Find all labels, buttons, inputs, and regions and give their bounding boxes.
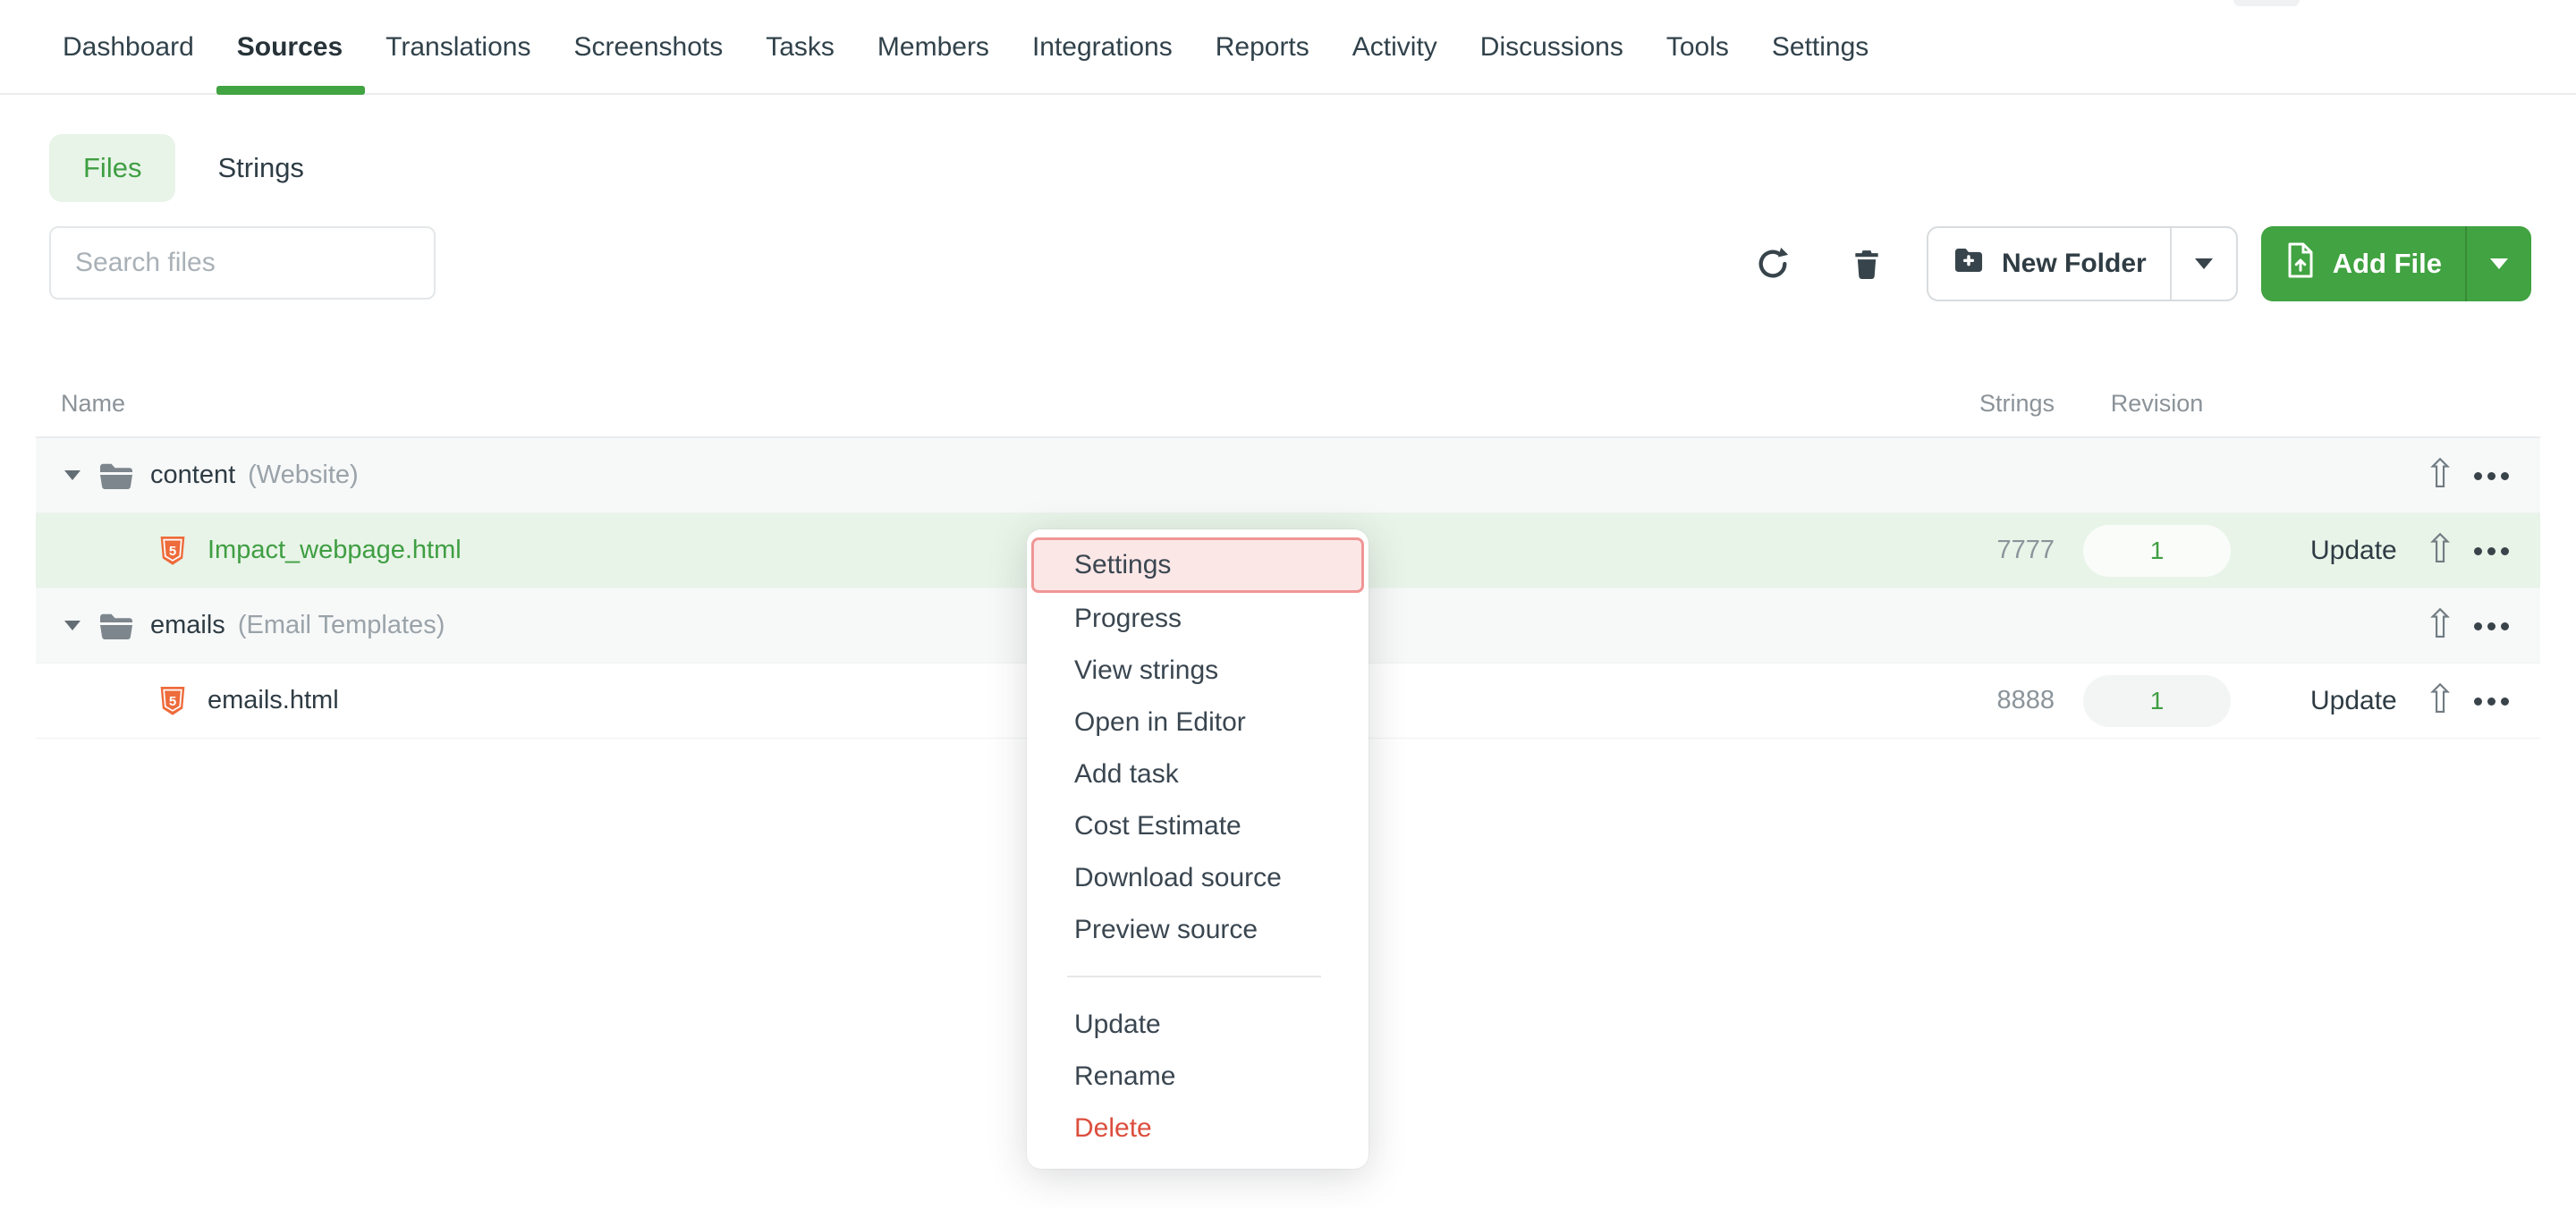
- nav-item-translations[interactable]: Translations: [386, 32, 530, 93]
- more-actions-icon[interactable]: [2474, 513, 2509, 588]
- menu-item-add-task[interactable]: Add task: [1027, 748, 1368, 800]
- toolbar: New Folder Add File: [1755, 226, 2531, 301]
- column-header-name: Name: [61, 390, 125, 418]
- dot: [2474, 698, 2482, 706]
- nav-item-tools[interactable]: Tools: [1666, 32, 1729, 93]
- dot: [2474, 472, 2482, 480]
- nav-item-integrations[interactable]: Integrations: [1032, 32, 1173, 93]
- nav-item-tasks[interactable]: Tasks: [766, 32, 835, 93]
- nav-item-settings[interactable]: Settings: [1772, 32, 1868, 93]
- menu-item-download-source[interactable]: Download source: [1027, 852, 1368, 904]
- upload-icon[interactable]: ⇧: [2413, 438, 2467, 513]
- file-name[interactable]: Impact_webpage.html: [208, 536, 462, 565]
- refresh-icon[interactable]: [1755, 246, 1791, 282]
- dot: [2501, 622, 2509, 630]
- folder-icon: [98, 461, 134, 490]
- add-file-button[interactable]: Add File: [2261, 226, 2465, 301]
- svg-text:5: 5: [169, 543, 176, 558]
- nav-item-discussions[interactable]: Discussions: [1480, 32, 1623, 93]
- folder-plus-icon: [1952, 243, 1986, 284]
- caret-down-icon: [2490, 258, 2508, 269]
- table-header: Name Strings Revision: [36, 377, 2540, 438]
- nav-item-reports[interactable]: Reports: [1216, 32, 1309, 93]
- upload-icon[interactable]: ⇧: [2413, 664, 2467, 739]
- dot: [2487, 698, 2496, 706]
- trash-icon[interactable]: [1850, 246, 1884, 282]
- nav-item-screenshots[interactable]: Screenshots: [573, 32, 723, 93]
- add-file-label: Add File: [2333, 248, 2442, 280]
- dot: [2487, 472, 2496, 480]
- collapse-caret-icon[interactable]: [64, 470, 80, 480]
- strings-count: 7777: [1876, 536, 2055, 565]
- revision-badge: 1: [2083, 525, 2231, 577]
- dot: [2487, 547, 2496, 555]
- more-actions-icon[interactable]: [2474, 664, 2509, 739]
- html5-file-icon: 5: [159, 536, 186, 566]
- folder-note: (Email Templates): [238, 611, 445, 640]
- nav-item-dashboard[interactable]: Dashboard: [63, 32, 194, 93]
- tab-files[interactable]: Files: [49, 134, 175, 202]
- new-folder-split-button: New Folder: [1927, 226, 2238, 301]
- menu-item-view-strings[interactable]: View strings: [1027, 645, 1368, 697]
- folder-note: (Website): [248, 461, 359, 490]
- revision-badge: 1: [2083, 675, 2231, 727]
- menu-item-progress[interactable]: Progress: [1027, 593, 1368, 645]
- dot: [2501, 698, 2509, 706]
- dot: [2487, 622, 2496, 630]
- menu-divider: [1067, 976, 1321, 977]
- add-file-dropdown[interactable]: [2465, 226, 2531, 301]
- nav-item-activity[interactable]: Activity: [1352, 32, 1437, 93]
- cutoff-element: [2233, 0, 2300, 6]
- table-row-folder-content[interactable]: content (Website) ⇧: [36, 438, 2540, 513]
- folder-name[interactable]: emails: [150, 611, 225, 640]
- caret-down-icon: [2195, 258, 2213, 269]
- dot: [2474, 547, 2482, 555]
- menu-item-cost-estimate[interactable]: Cost Estimate: [1027, 800, 1368, 852]
- more-actions-icon[interactable]: [2474, 588, 2509, 664]
- controls-row: New Folder Add File: [0, 226, 2576, 301]
- new-folder-button[interactable]: New Folder: [1928, 228, 2170, 300]
- upload-icon[interactable]: ⇧: [2413, 513, 2467, 588]
- file-context-menu: Settings Progress View strings Open in E…: [1027, 529, 1368, 1169]
- menu-item-settings[interactable]: Settings: [1031, 537, 1364, 593]
- search-input[interactable]: [49, 226, 436, 300]
- file-upload-icon: [2284, 241, 2317, 287]
- menu-item-open-in-editor[interactable]: Open in Editor: [1027, 697, 1368, 748]
- add-file-split-button: Add File: [2261, 226, 2531, 301]
- update-link[interactable]: Update: [2310, 686, 2397, 716]
- upload-icon[interactable]: ⇧: [2413, 588, 2467, 664]
- folder-name[interactable]: content: [150, 461, 235, 490]
- dot: [2501, 547, 2509, 555]
- sources-subtabs: Files Strings: [49, 134, 2576, 202]
- menu-item-rename[interactable]: Rename: [1027, 1051, 1368, 1103]
- column-header-revision: Revision: [2083, 390, 2231, 418]
- more-actions-icon[interactable]: [2474, 438, 2509, 513]
- nav-item-members[interactable]: Members: [877, 32, 989, 93]
- svg-text:5: 5: [169, 693, 176, 708]
- new-folder-label: New Folder: [2002, 249, 2147, 279]
- dot: [2501, 472, 2509, 480]
- folder-icon: [98, 612, 134, 640]
- top-navigation: Dashboard Sources Translations Screensho…: [0, 0, 2576, 95]
- tab-strings[interactable]: Strings: [217, 152, 303, 184]
- nav-item-sources[interactable]: Sources: [237, 32, 343, 93]
- html5-file-icon: 5: [159, 686, 186, 716]
- column-header-strings: Strings: [1876, 390, 2055, 418]
- dot: [2474, 622, 2482, 630]
- collapse-caret-icon[interactable]: [64, 621, 80, 630]
- menu-item-update[interactable]: Update: [1027, 999, 1368, 1051]
- menu-item-preview-source[interactable]: Preview source: [1027, 904, 1368, 956]
- new-folder-dropdown[interactable]: [2170, 228, 2236, 300]
- strings-count: 8888: [1876, 686, 2055, 715]
- update-link[interactable]: Update: [2310, 536, 2397, 566]
- file-name[interactable]: emails.html: [208, 686, 339, 715]
- menu-item-delete[interactable]: Delete: [1027, 1103, 1368, 1154]
